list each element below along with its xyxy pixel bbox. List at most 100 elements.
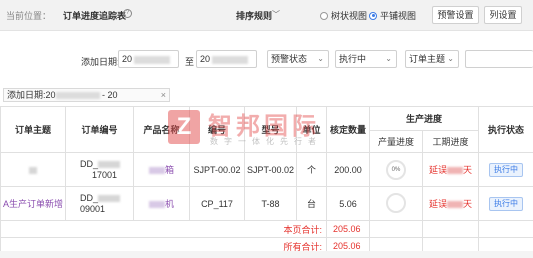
sort-rule-dropdown[interactable]: 排序规则 [236, 9, 272, 22]
date-to-label: 至 [185, 57, 195, 67]
progress-ring [386, 192, 406, 213]
cell-unit: 个 [296, 152, 327, 187]
col-header-prod-progress[interactable]: 产量进度 [369, 130, 423, 153]
cell-theme [0, 152, 66, 187]
radio-tree-label: 树状视图 [331, 11, 368, 21]
delay-unit: 天 [463, 199, 473, 209]
page-title: 订单进度追踪表 [63, 11, 127, 21]
exec-status-select[interactable]: 执行中 ⌄ [335, 50, 397, 68]
order-code-suffix: 17001 [92, 169, 118, 180]
cell-product[interactable]: 箱 [133, 152, 190, 187]
col-header-exec[interactable]: 执行状态 [478, 106, 533, 153]
chevron-down-icon: ⌄ [317, 54, 324, 63]
top-toolbar: 当前位置： 订单进度追踪表 ? 排序规则 ﹀ 树状视图 平铺视图 预警设置 列设… [0, 0, 533, 31]
radio-flat-view[interactable]: 平铺视图 [369, 9, 416, 22]
close-icon[interactable]: × [161, 89, 166, 101]
order-code-prefix: DD_ [80, 192, 99, 203]
redacted-text [29, 166, 37, 174]
redacted-text [447, 201, 463, 209]
help-icon[interactable]: ? [123, 9, 132, 18]
cell-exec: 执行中 [478, 152, 533, 187]
redacted-text [447, 167, 463, 175]
cell-exec: 执行中 [478, 186, 533, 221]
empty-cell [478, 220, 533, 238]
exec-status-value: 执行中 [339, 54, 367, 64]
delay-label: 延误 [428, 165, 447, 175]
breadcrumb-label: 当前位置： [6, 11, 52, 21]
order-theme-value: 订单主题 [409, 54, 446, 64]
radio-icon[interactable] [320, 11, 328, 20]
cell-time-progress: 延误 天 [421, 186, 480, 221]
col-header-time-progress[interactable]: 工期进度 [421, 130, 480, 153]
progress-ring: 0% [386, 159, 406, 180]
cell-product[interactable]: 机 [133, 186, 190, 221]
col-header-product[interactable]: 产品名称 [133, 106, 190, 153]
cell-code[interactable]: DD_ 17001 [65, 152, 134, 187]
delay-label: 延误 [428, 199, 447, 209]
radio-selected-icon[interactable] [369, 11, 377, 20]
chevron-down-icon[interactable]: ﹀ [272, 9, 280, 20]
order-progress-table: 订单主题 订单编号 产品名称 编号 型号 单位 核定数量 生产进度 执行状态 产… [0, 106, 533, 255]
active-filter-tag[interactable]: 添加日期:20 - 20 × [3, 88, 170, 102]
date-to-value: 20 [200, 54, 211, 64]
date-to-input[interactable]: 20 [196, 50, 257, 68]
order-code-suffix: 09001 [80, 203, 106, 214]
horizontal-scrollbar[interactable] [0, 251, 533, 258]
page-total-value: 205.06 [326, 220, 370, 238]
table-header-row: 订单主题 订单编号 产品名称 编号 型号 单位 核定数量 生产进度 执行状态 [0, 106, 533, 153]
cell-prod-progress: 0% [369, 152, 423, 187]
delay-unit: 天 [463, 165, 473, 175]
chevron-down-icon: ⌄ [447, 54, 454, 63]
product-name: 机 [164, 199, 174, 209]
redacted-text [98, 194, 121, 202]
col-header-unit[interactable]: 单位 [296, 106, 327, 153]
status-badge[interactable]: 执行中 [489, 196, 524, 211]
redacted-text [148, 201, 165, 209]
status-badge[interactable]: 执行中 [489, 162, 524, 177]
radio-flat-label: 平铺视图 [380, 11, 417, 21]
redacted-date [212, 55, 249, 64]
chevron-down-icon: ⌄ [385, 54, 392, 63]
cell-prod-progress [369, 186, 423, 221]
col-header-model[interactable]: 型号 [244, 106, 297, 153]
date-from-input[interactable]: 20 [118, 50, 179, 68]
cell-time-progress: 延误 天 [421, 152, 480, 187]
redacted-text [148, 167, 165, 175]
cell-qty: 5.06 [326, 186, 370, 221]
filter-bar: 添加日期: 20 至 20 预警状态 ⌄ 执行中 ⌄ 订单主题 ⌄ [0, 49, 533, 71]
page-total-label: 本页合计: [0, 220, 327, 238]
cell-model: SJPT-00.02 [244, 152, 297, 187]
active-filter-bar: 添加日期:20 - 20 × [0, 86, 533, 102]
redacted-date [55, 92, 100, 100]
cell-qty: 200.00 [326, 152, 370, 187]
col-header-num[interactable]: 编号 [189, 106, 245, 153]
cell-num: CP_117 [189, 186, 245, 221]
tag-text-mid: - 20 [99, 90, 118, 100]
col-header-theme[interactable]: 订单主题 [0, 106, 66, 153]
empty-cell [369, 220, 423, 238]
table-row[interactable]: DD_ 17001 箱 SJPT-00.02 SJPT-00.02 个 200.… [0, 152, 533, 187]
cell-unit: 台 [296, 186, 327, 221]
redacted-date [134, 55, 171, 64]
order-theme-select[interactable]: 订单主题 ⌄ [405, 50, 459, 68]
radio-tree-view[interactable]: 树状视图 [320, 9, 367, 22]
column-settings-button[interactable]: 列设置 [484, 6, 522, 24]
table-row[interactable]: A生产订单新增 DD_ 09001 机 CP_117 T-88 台 5.06 延… [0, 186, 533, 221]
tag-text: 添加日期:20 [7, 90, 56, 100]
cell-code[interactable]: DD_ 09001 [65, 186, 134, 221]
date-filter-label: 添加日期: [81, 57, 120, 67]
cell-theme[interactable]: A生产订单新增 [0, 186, 66, 221]
warning-settings-button[interactable]: 预警设置 [432, 6, 479, 24]
redacted-text [98, 160, 121, 168]
order-code-prefix: DD_ [80, 158, 99, 169]
col-header-qty[interactable]: 核定数量 [326, 106, 370, 153]
cell-num: SJPT-00.02 [189, 152, 245, 187]
date-from-value: 20 [122, 54, 133, 64]
col-header-progress: 生产进度 [368, 106, 480, 131]
keyword-input[interactable] [465, 50, 533, 68]
warning-status-value: 预警状态 [271, 54, 308, 64]
cell-model: T-88 [244, 186, 297, 221]
col-header-code[interactable]: 订单编号 [65, 106, 134, 153]
warning-status-select[interactable]: 预警状态 ⌄ [267, 50, 329, 68]
page-total-row: 本页合计: 205.06 [0, 220, 533, 238]
